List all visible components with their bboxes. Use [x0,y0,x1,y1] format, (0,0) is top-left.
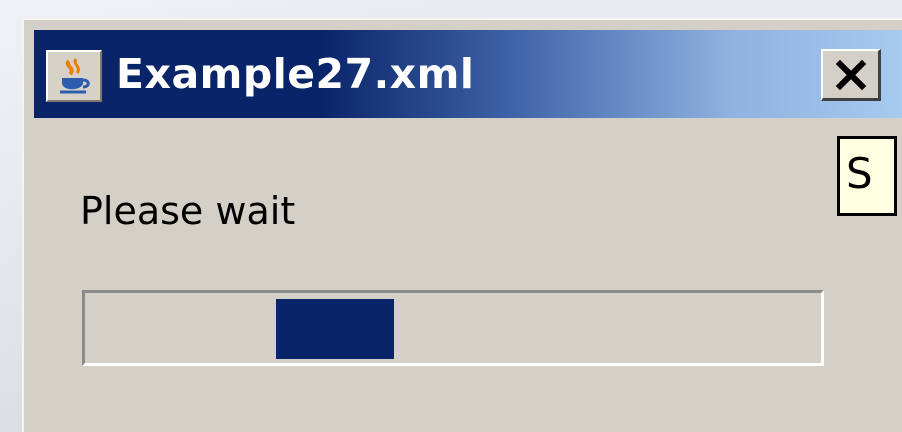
window-title-bar[interactable]: Example27.xml [34,30,902,118]
window-title: Example27.xml [116,50,475,98]
java-coffee-cup-icon [46,50,102,102]
progress-dialog-window: Example27.xml Please wait [22,18,902,432]
tooltip-box: S [837,136,897,216]
progress-bar-block [276,299,394,359]
desktop-background: Example27.xml Please wait S [0,0,902,432]
close-button[interactable] [821,49,881,101]
tooltip-text: S [846,149,873,198]
close-x-icon [835,59,866,90]
indeterminate-progress-bar [82,290,824,366]
progress-message: Please wait [80,189,296,233]
dialog-content: Please wait [24,118,902,432]
